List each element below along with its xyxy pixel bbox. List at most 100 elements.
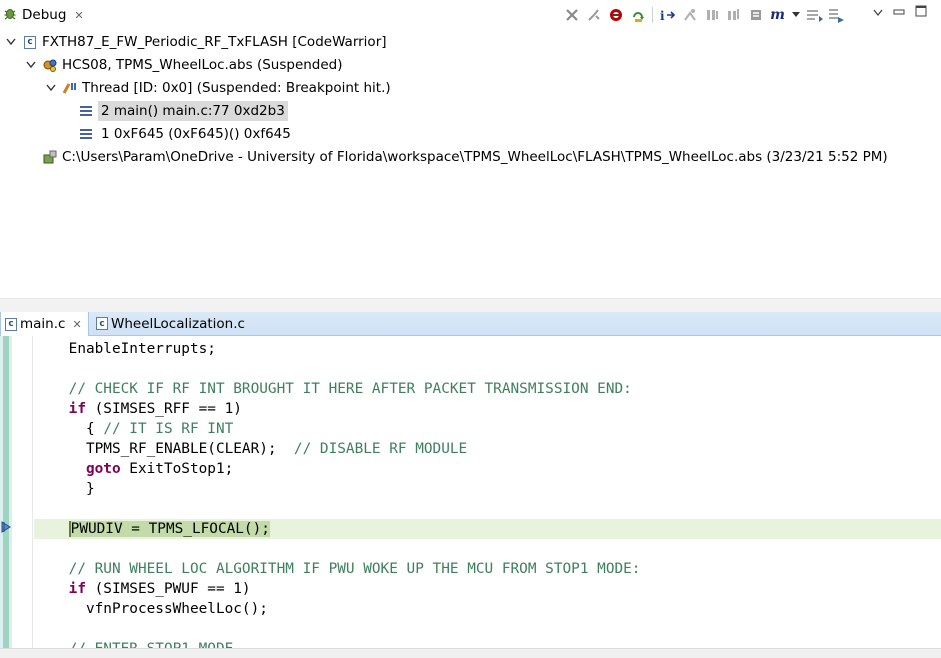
code-line[interactable] <box>34 619 941 639</box>
code-line[interactable]: // RUN WHEEL LOC ALGORITHM IF PWU WOKE U… <box>34 559 941 579</box>
code-line[interactable]: vfnProcessWheelLoc(); <box>34 599 941 619</box>
tree-item-frame-2[interactable]: 2 main() main.c:77 0xd2b3 <box>78 100 288 122</box>
code-line[interactable]: if (SIMSES_RFF == 1) <box>34 399 941 419</box>
code-line[interactable]: goto ExitToStop1; <box>34 459 941 479</box>
tab-wheellocalization-c[interactable]: c WheelLocalization.c <box>92 312 251 335</box>
debug-bug-icon <box>2 5 18 25</box>
executable-icon <box>42 149 58 165</box>
tree-item-label: HCS08, TPMS_WheelLoc.abs (Suspended) <box>62 57 343 73</box>
code-editor[interactable]: EnableInterrupts; // CHECK IF RF INT BRO… <box>0 336 941 648</box>
remove-terminated-icon[interactable] <box>562 6 581 25</box>
code-line[interactable]: TPMS_RF_ENABLE(CLEAR); // DISABLE RF MOD… <box>34 439 941 459</box>
code-text: TPMS_RF_ENABLE(CLEAR); <box>34 441 294 457</box>
view-sash[interactable] <box>0 298 941 313</box>
tab-label: WheelLocalization.c <box>111 315 245 332</box>
tree-item-label: FXTH87_E_FW_Periodic_RF_TxFLASH [CodeWar… <box>42 34 387 50</box>
debug-tab-label: Debug <box>22 7 67 23</box>
code-text: (SIMSES_PWUF == 1) <box>85 581 251 597</box>
comment: // ENTER STOP1 MODE <box>69 641 234 648</box>
tree-item-executable[interactable]: C:\Users\Param\OneDrive - University of … <box>42 146 888 168</box>
stack-frame-icon <box>78 126 94 142</box>
tree-item-label: C:\Users\Param\OneDrive - University of … <box>62 149 888 165</box>
debug-view-tab[interactable]: Debug ✕ <box>0 3 92 27</box>
toolbar-separator <box>652 7 653 23</box>
keyword: if <box>68 581 86 597</box>
tree-item-target[interactable]: HCS08, TPMS_WheelLoc.abs (Suspended) <box>24 54 343 76</box>
code-line[interactable]: EnableInterrupts; <box>34 339 941 359</box>
code-text: } <box>34 481 95 497</box>
code-line[interactable]: { // IT IS RF INT <box>34 419 941 439</box>
tree-item-thread[interactable]: Thread [ID: 0x0] (Suspended: Breakpoint … <box>44 77 391 99</box>
annotation-margin[interactable] <box>1 336 33 648</box>
tree-item-label: Thread [ID: 0x0] (Suspended: Breakpoint … <box>82 80 391 96</box>
step-return-icon[interactable] <box>628 6 647 25</box>
debug-view: Debug ✕ i m c FXTH87_E_FW_Periodic_RF_Tx… <box>0 0 941 300</box>
code-line[interactable]: // CHECK IF RF INT BROUGHT IT HERE AFTER… <box>34 379 941 399</box>
view-controls <box>873 5 927 21</box>
code-area[interactable]: EnableInterrupts; // CHECK IF RF INT BRO… <box>34 336 941 648</box>
code-text: { <box>34 421 104 437</box>
instruction-pointer-icon <box>0 519 14 539</box>
c-file-icon: c <box>5 317 17 331</box>
instruction-step-icon[interactable]: i <box>658 6 677 25</box>
reset-icon[interactable] <box>680 6 699 25</box>
dropdown-icon[interactable] <box>790 6 802 25</box>
tab-label: main.c <box>20 316 66 332</box>
chevron-down-icon[interactable] <box>24 58 38 72</box>
code-line[interactable]: } <box>34 479 941 499</box>
code-text: vfnProcessWheelLoc(); <box>34 601 268 617</box>
keyword: if <box>68 401 86 417</box>
code-line[interactable] <box>34 539 941 559</box>
comment: // IT IS RF INT <box>103 421 234 437</box>
debug-extra-icon[interactable] <box>746 6 765 25</box>
disconnect-icon[interactable] <box>606 6 625 25</box>
code-text: ExitToStop1; <box>120 461 234 477</box>
debug-toolbar: i m <box>562 5 846 25</box>
tree-item-frame-1[interactable]: 1 0xF645 (0xF645)() 0xf645 <box>78 123 294 145</box>
comment: // RUN WHEEL LOC ALGORITHM IF PWU WOKE U… <box>68 561 641 577</box>
code-line[interactable] <box>34 499 941 519</box>
tree-item-label: 1 0xF645 (0xF645)() 0xf645 <box>101 126 291 142</box>
comment: // DISABLE RF MODULE <box>293 441 468 457</box>
tab-main-c[interactable]: c main.c ✕ <box>0 312 89 336</box>
code-line[interactable] <box>34 359 941 379</box>
thread-icon <box>62 80 78 96</box>
restart-icon[interactable] <box>724 6 743 25</box>
code-text: EnableInterrupts; <box>34 341 216 357</box>
code-text: (SIMSES_RFF == 1) <box>85 401 242 417</box>
code-line[interactable]: if (SIMSES_PWUF == 1) <box>34 579 941 599</box>
chevron-down-icon[interactable] <box>4 35 18 49</box>
stack-frame-icon <box>78 103 94 119</box>
terminate-relaunch-icon[interactable] <box>702 6 721 25</box>
close-icon[interactable]: ✕ <box>72 318 81 331</box>
editor-tab-bar: c main.c ✕ c WheelLocalization.c <box>0 312 941 336</box>
comment: // CHECK IF RF INT BROUGHT IT HERE AFTER… <box>68 381 632 397</box>
view-menu-icon[interactable] <box>873 5 883 21</box>
step-into-icon[interactable] <box>805 6 824 25</box>
maximize-icon[interactable] <box>915 5 927 21</box>
current-code-line[interactable]: PWUDIV = TPMS_LFOCAL(); <box>34 519 941 539</box>
close-icon[interactable]: ✕ <box>74 9 83 22</box>
step-over-icon[interactable] <box>827 6 846 25</box>
mode-icon[interactable]: m <box>768 6 787 25</box>
code-text: PWUDIV = TPMS_LFOCAL(); <box>68 521 270 537</box>
minimize-icon[interactable] <box>893 5 905 21</box>
tree-item-label: 2 main() main.c:77 0xd2b3 <box>98 101 288 121</box>
tree-item-launch[interactable]: c FXTH87_E_FW_Periodic_RF_TxFLASH [CodeW… <box>4 31 387 53</box>
keyword: goto <box>85 461 121 477</box>
mode-glyph: m <box>770 7 785 23</box>
c-launch-config-icon: c <box>22 34 38 50</box>
code-line[interactable]: // ENTER STOP1 MODE <box>34 639 941 648</box>
c-file-icon: c <box>96 317 108 330</box>
svg-text:i: i <box>660 9 665 23</box>
chevron-down-icon[interactable] <box>44 81 58 95</box>
connect-icon[interactable] <box>584 6 603 25</box>
overview-ruler[interactable] <box>0 336 12 648</box>
